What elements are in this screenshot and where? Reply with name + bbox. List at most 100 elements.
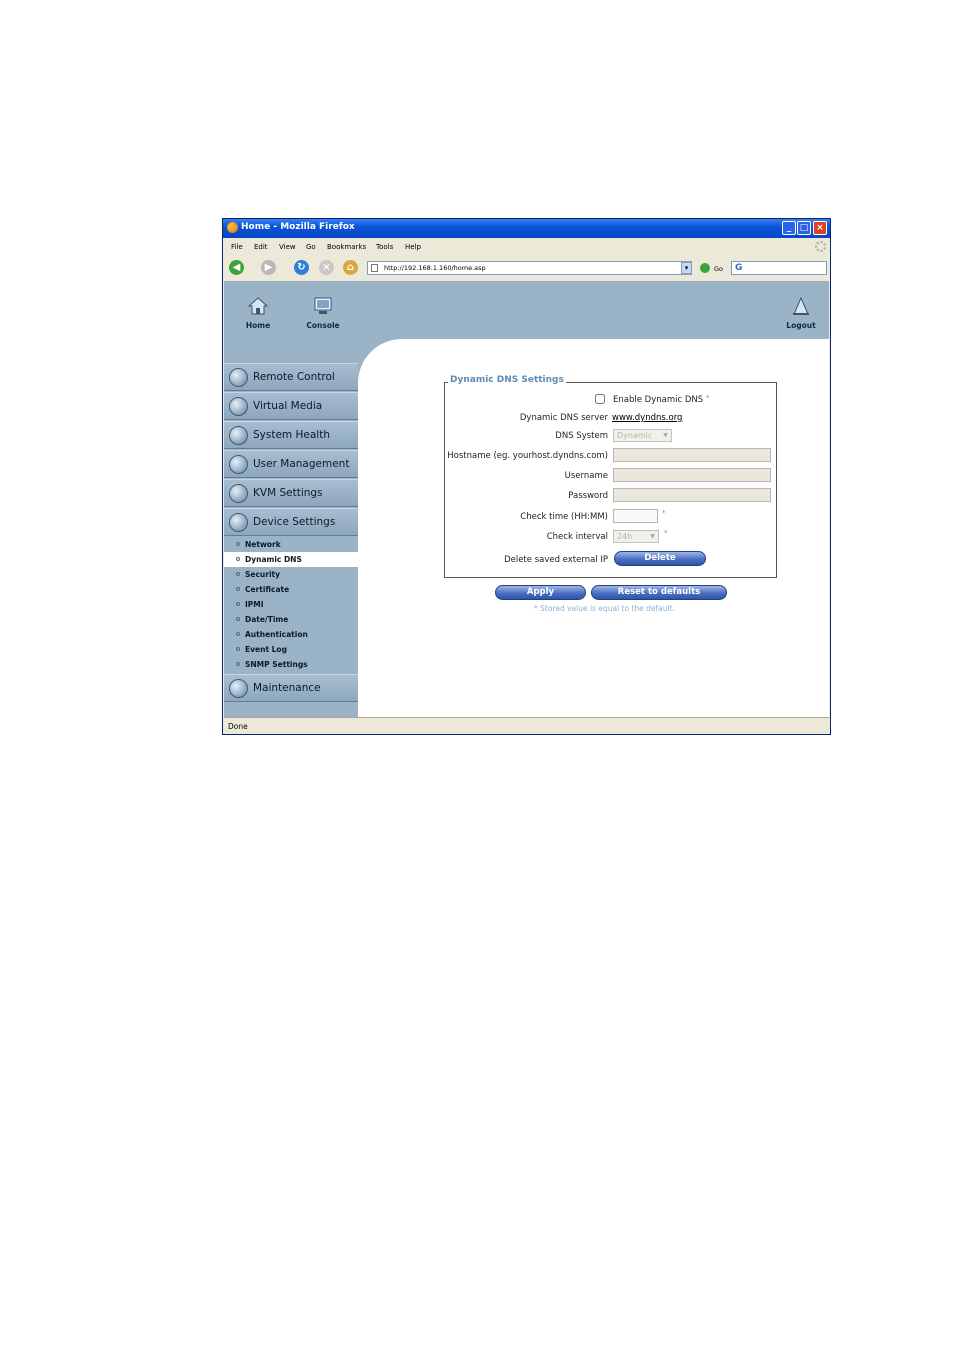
window-title: Home - Mozilla Firefox: [241, 222, 355, 232]
apply-button[interactable]: Apply: [495, 585, 586, 600]
password-label: Password: [568, 491, 608, 501]
forward-icon[interactable]: ▶: [261, 260, 276, 275]
dns-system-select[interactable]: Dynamic ▼: [613, 429, 672, 442]
search-input[interactable]: G: [731, 261, 827, 275]
check-interval-label: Check interval: [546, 532, 608, 542]
menu-view[interactable]: View: [279, 243, 296, 251]
bullet-icon: [236, 662, 240, 666]
user-management-icon: [229, 455, 248, 474]
enable-dynamic-dns-checkbox[interactable]: [595, 394, 605, 404]
back-icon[interactable]: ◀: [229, 260, 244, 275]
delete-button[interactable]: Delete: [614, 551, 706, 566]
sidebar-item-device-settings[interactable]: Device Settings: [224, 508, 358, 536]
url-dropdown-icon[interactable]: ▾: [681, 262, 692, 274]
menu-help[interactable]: Help: [405, 243, 421, 251]
username-input[interactable]: [613, 468, 771, 482]
default-star: *: [662, 509, 666, 517]
dns-system-label: DNS System: [555, 431, 608, 441]
sidebar-sub-snmp-settings[interactable]: SNMP Settings: [224, 657, 358, 672]
home-browser-icon[interactable]: ⌂: [343, 260, 358, 275]
status-text: Done: [228, 722, 248, 731]
sidebar-item-remote-control[interactable]: Remote Control: [224, 363, 358, 391]
default-star: *: [706, 394, 710, 402]
system-health-icon: [229, 426, 248, 445]
url-input[interactable]: http://192.168.1.160/home.asp: [367, 261, 692, 275]
browser-window: Home - Mozilla Firefox _ □ × File Edit V…: [222, 218, 831, 735]
sidebar-item-maintenance[interactable]: Maintenance: [224, 674, 358, 702]
default-note: * Stored value is equal to the default.: [534, 604, 675, 613]
sidebar-sub-date-time[interactable]: Date/Time: [224, 612, 358, 627]
sidebar-sub-network[interactable]: Network: [224, 537, 358, 552]
title-bar: Home - Mozilla Firefox _ □ ×: [223, 219, 830, 238]
bullet-icon: [236, 632, 240, 636]
sidebar-sub-label: Authentication: [245, 630, 308, 639]
sidebar-item-user-management[interactable]: User Management: [224, 450, 358, 478]
dns-system-value: Dynamic: [617, 431, 653, 440]
chevron-down-icon: ▼: [650, 533, 655, 540]
page-icon: [371, 264, 378, 272]
sidebar-item-label: Device Settings: [253, 516, 336, 528]
hostname-input[interactable]: [613, 448, 771, 462]
menu-tools[interactable]: Tools: [376, 243, 393, 251]
bullet-icon: [236, 617, 240, 621]
server-link[interactable]: www.dyndns.org: [612, 413, 682, 423]
menu-edit[interactable]: Edit: [254, 243, 268, 251]
close-button[interactable]: ×: [813, 221, 827, 235]
sidebar-sub-authentication[interactable]: Authentication: [224, 627, 358, 642]
sidebar-sub-certificate[interactable]: Certificate: [224, 582, 358, 597]
status-bar: Done: [224, 717, 829, 734]
sidebar-item-label: Virtual Media: [253, 400, 323, 412]
go-label[interactable]: Go: [714, 265, 723, 273]
sidebar-item-virtual-media[interactable]: Virtual Media: [224, 392, 358, 420]
sidebar-sub-label: Network: [245, 540, 281, 549]
google-icon: G: [735, 263, 743, 273]
sidebar-sub-label: SNMP Settings: [245, 660, 308, 669]
sidebar-item-kvm-settings[interactable]: KVM Settings: [224, 479, 358, 507]
bullet-icon: [236, 602, 240, 606]
reload-icon[interactable]: ↻: [294, 260, 309, 275]
stop-icon[interactable]: ×: [319, 260, 334, 275]
sidebar-item-label: Remote Control: [253, 371, 335, 383]
sidebar-sub-security[interactable]: Security: [224, 567, 358, 582]
fieldset-legend: Dynamic DNS Settings: [448, 375, 566, 385]
menu-go[interactable]: Go: [306, 243, 316, 251]
sidebar-item-system-health[interactable]: System Health: [224, 421, 358, 449]
go-icon[interactable]: [700, 263, 710, 273]
sidebar-item-label: User Management: [253, 458, 350, 470]
reset-defaults-button[interactable]: Reset to defaults: [591, 585, 727, 600]
sidebar-sub-event-log[interactable]: Event Log: [224, 642, 358, 657]
sidebar-item-label: System Health: [253, 429, 330, 441]
maximize-button[interactable]: □: [797, 221, 811, 235]
remote-control-icon: [229, 368, 248, 387]
sidebar-sub-label: Event Log: [245, 645, 287, 654]
password-input[interactable]: [613, 488, 771, 502]
sidebar-item-label: Maintenance: [253, 682, 321, 694]
check-time-input[interactable]: [613, 509, 658, 523]
bullet-icon: [236, 557, 240, 561]
menu-file[interactable]: File: [231, 243, 243, 251]
throbber-icon: [815, 241, 826, 252]
firefox-icon: [227, 222, 238, 233]
maintenance-icon: [229, 679, 248, 698]
check-interval-select[interactable]: 24h ▼: [613, 530, 659, 543]
hostname-label: Hostname (eg. yourhost.dyndns.com): [447, 451, 608, 461]
logout-button[interactable]: Logout: [777, 296, 825, 330]
bullet-icon: [236, 587, 240, 591]
console-button[interactable]: Console: [299, 296, 347, 330]
chevron-down-icon: ▼: [663, 432, 668, 439]
home-button[interactable]: Home: [234, 296, 282, 330]
url-text: http://192.168.1.160/home.asp: [384, 264, 486, 272]
page-content: Home Console Logout Remote Control Virtu…: [224, 281, 829, 717]
logout-label: Logout: [786, 321, 816, 330]
minimize-button[interactable]: _: [782, 221, 796, 235]
check-time-label: Check time (HH:MM): [520, 512, 608, 522]
sidebar-sub-dynamic-dns[interactable]: Dynamic DNS: [224, 552, 358, 567]
enable-label: Enable Dynamic DNS: [613, 395, 704, 405]
sidebar-sub-label: Date/Time: [245, 615, 289, 624]
device-settings-icon: [229, 513, 248, 532]
sidebar-sub-ipmi[interactable]: IPMI: [224, 597, 358, 612]
sidebar-sub-label: IPMI: [245, 600, 264, 609]
username-label: Username: [564, 471, 608, 481]
menu-bookmarks[interactable]: Bookmarks: [327, 243, 366, 251]
sidebar: Remote Control Virtual Media System Heal…: [224, 363, 358, 703]
